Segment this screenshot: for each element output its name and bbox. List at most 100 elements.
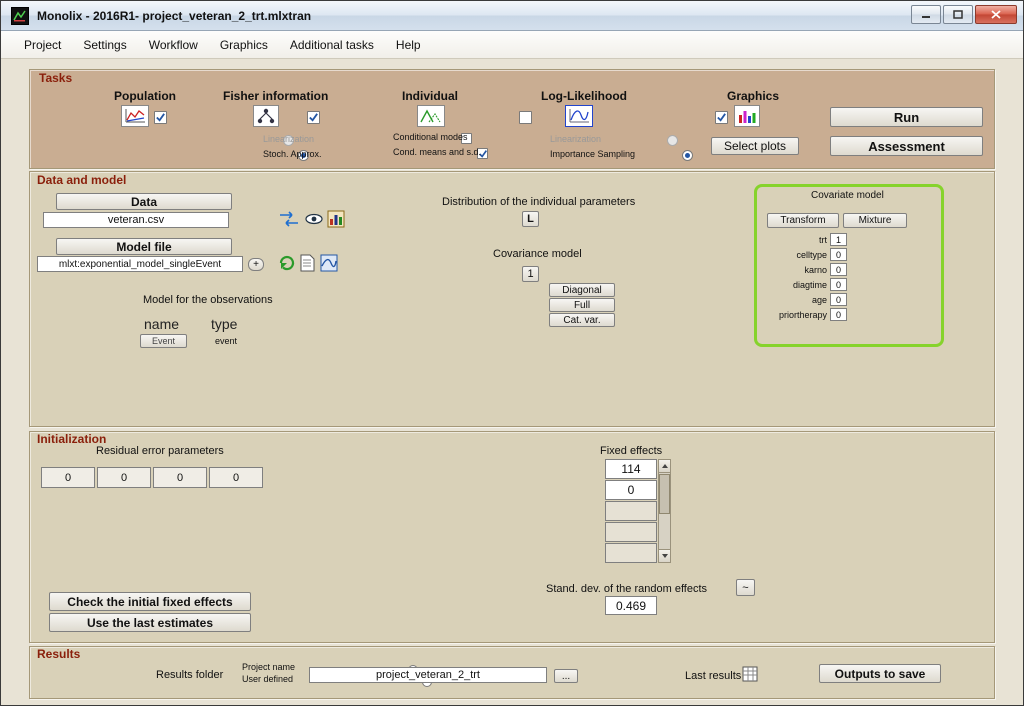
residual-param-input[interactable] <box>97 467 151 488</box>
menu-settings[interactable]: Settings <box>72 33 137 57</box>
covariate-value-input[interactable] <box>830 278 847 291</box>
run-button[interactable]: Run <box>830 107 983 127</box>
observations-label: Model for the observations <box>143 294 273 306</box>
full-button[interactable]: Full <box>549 298 615 312</box>
results-folder-label: Results folder <box>156 669 223 681</box>
model-explore-icon[interactable] <box>320 254 338 277</box>
graphics-label: Graphics <box>727 89 779 103</box>
add-model-button[interactable]: + <box>248 258 264 271</box>
covariate-row: diagtime <box>737 278 847 291</box>
graphics-task-icon[interactable] <box>734 105 760 127</box>
individual-task-icon[interactable] <box>417 105 445 127</box>
fixed-effect-input[interactable] <box>605 543 657 563</box>
fisher-linearization-label: Linearization <box>263 134 314 144</box>
population-checkbox[interactable] <box>154 111 167 124</box>
covariate-model-title: Covariate model <box>811 190 884 201</box>
covariate-row: celltype <box>737 248 847 261</box>
distribution-label: Distribution of the individual parameter… <box>442 196 635 208</box>
loglik-importance-radio[interactable] <box>682 150 693 161</box>
close-button[interactable] <box>975 5 1017 24</box>
obs-type-value: event <box>215 336 237 346</box>
loglik-task-icon[interactable] <box>565 105 593 127</box>
distribution-value-button[interactable]: L <box>522 211 539 227</box>
residual-error-label: Residual error parameters <box>96 445 224 457</box>
covariate-row: age <box>737 293 847 306</box>
loglik-linearization-radio[interactable] <box>667 135 678 146</box>
model-file-input[interactable] <box>37 256 243 272</box>
browse-button[interactable]: ... <box>554 669 578 683</box>
covariate-row: trt <box>737 233 847 246</box>
obs-name-header: name <box>144 316 179 332</box>
use-last-estimates-button[interactable]: Use the last estimates <box>49 613 251 632</box>
maximize-button[interactable] <box>943 5 973 24</box>
fisher-stoch-label: Stoch. Approx. <box>263 149 322 159</box>
stand-dev-input[interactable] <box>605 596 657 615</box>
last-results-icon[interactable] <box>742 666 758 687</box>
menu-additional-tasks[interactable]: Additional tasks <box>279 33 385 57</box>
minimize-button[interactable] <box>911 5 941 24</box>
residual-param-input[interactable] <box>209 467 263 488</box>
menu-graphics[interactable]: Graphics <box>209 33 279 57</box>
covariate-name: celltype <box>796 250 827 260</box>
residual-param-input[interactable] <box>153 467 207 488</box>
covariate-value-input[interactable] <box>830 233 847 246</box>
menu-project[interactable]: Project <box>13 33 72 57</box>
covariance-label: Covariance model <box>493 248 582 260</box>
model-document-icon[interactable] <box>300 254 315 277</box>
mixture-button[interactable]: Mixture <box>843 213 907 228</box>
scrollbar-thumb[interactable] <box>659 474 670 514</box>
residual-param-input[interactable] <box>41 467 95 488</box>
user-defined-label: User defined <box>242 674 293 684</box>
view-data-eye-icon[interactable] <box>304 211 324 232</box>
menu-workflow[interactable]: Workflow <box>138 33 209 57</box>
fixed-effects-scrollbar[interactable] <box>658 459 671 563</box>
scroll-up-arrow[interactable] <box>659 460 670 473</box>
covariance-value-button[interactable]: 1 <box>522 266 539 282</box>
scroll-down-arrow[interactable] <box>659 549 670 562</box>
covariate-value-input[interactable] <box>830 263 847 276</box>
monolix-window: Monolix - 2016R1- project_veteran_2_trt.… <box>0 0 1024 706</box>
app-icon <box>11 7 29 25</box>
covariate-value-input[interactable] <box>830 293 847 306</box>
covariate-name: priortherapy <box>779 310 827 320</box>
covariate-row: karno <box>737 263 847 276</box>
population-task-icon[interactable] <box>121 105 149 127</box>
fixed-effect-input[interactable] <box>605 501 657 521</box>
tilde-button[interactable]: ~ <box>736 579 755 596</box>
fisher-checkbox[interactable] <box>307 111 320 124</box>
check-initial-fixed-effects-button[interactable]: Check the initial fixed effects <box>49 592 251 611</box>
covariate-name: trt <box>819 235 827 245</box>
obs-type-header: type <box>211 316 237 332</box>
individual-label: Individual <box>402 89 458 103</box>
individual-checkbox[interactable] <box>519 111 532 124</box>
stand-dev-label: Stand. dev. of the random effects <box>546 583 707 595</box>
transform-button[interactable]: Transform <box>767 213 839 228</box>
assessment-button[interactable]: Assessment <box>830 136 983 156</box>
fixed-effect-input[interactable] <box>605 459 657 479</box>
select-plots-button[interactable]: Select plots <box>711 137 799 155</box>
fixed-effect-input[interactable] <box>605 522 657 542</box>
cat-var-button[interactable]: Cat. var. <box>549 313 615 327</box>
covariate-value-input[interactable] <box>830 248 847 261</box>
model-edit-icon[interactable] <box>278 254 296 277</box>
data-file-input[interactable] <box>43 212 229 228</box>
outputs-to-save-button[interactable]: Outputs to save <box>819 664 941 683</box>
fixed-effect-input[interactable] <box>605 480 657 500</box>
data-chart-icon[interactable] <box>327 210 345 233</box>
model-file-button[interactable]: Model file <box>56 238 232 255</box>
diagonal-button[interactable]: Diagonal <box>549 283 615 297</box>
fisher-task-icon[interactable] <box>253 105 279 127</box>
project-name-label: Project name <box>242 662 295 672</box>
initialization-header: Initialization <box>37 432 106 446</box>
covariate-value-input[interactable] <box>830 308 847 321</box>
fixed-effects-label: Fixed effects <box>600 445 662 457</box>
initialization-section <box>29 431 995 643</box>
data-button[interactable]: Data <box>56 193 232 210</box>
menu-help[interactable]: Help <box>385 33 432 57</box>
data-format-icon[interactable] <box>278 211 300 232</box>
loglik-checkbox[interactable] <box>715 111 728 124</box>
covariate-name: karno <box>804 265 827 275</box>
covariate-name: age <box>812 295 827 305</box>
results-folder-input[interactable] <box>309 667 547 683</box>
obs-name-button[interactable]: Event <box>140 334 187 348</box>
